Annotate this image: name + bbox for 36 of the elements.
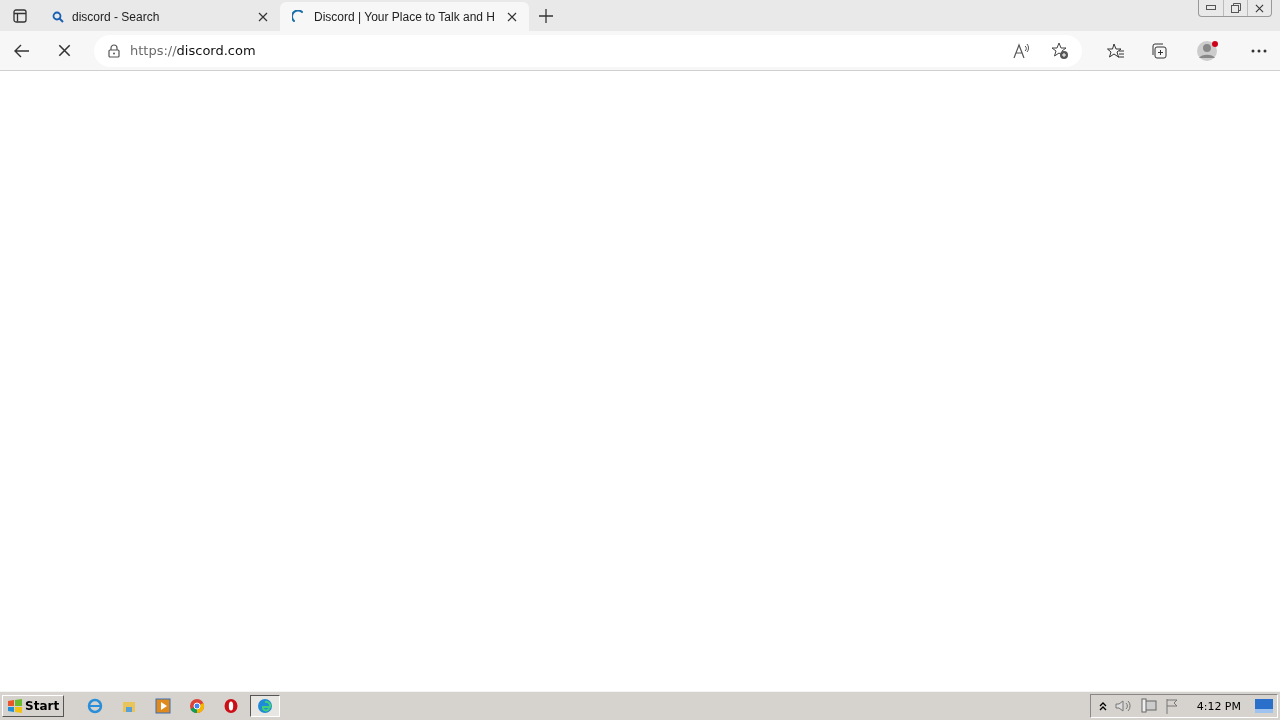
read-aloud-icon — [1013, 42, 1031, 59]
lock-icon — [108, 43, 120, 58]
url-text: https://discord.com — [130, 43, 257, 58]
back-arrow-icon — [13, 43, 30, 58]
address-bar[interactable]: https://discord.com — [94, 34, 1082, 67]
browser-tab[interactable]: Discord | Your Place to Talk and H — [280, 2, 529, 31]
spinner-icon — [292, 9, 306, 24]
collections-icon — [1149, 41, 1168, 60]
plus-icon — [539, 8, 553, 23]
speaker-icon — [1114, 699, 1133, 713]
show-desktop-icon — [1255, 699, 1273, 713]
close-icon — [1255, 3, 1264, 13]
favorites-icon — [1106, 42, 1125, 59]
browser-tab[interactable]: discord - Search — [40, 2, 280, 31]
stop-icon — [58, 44, 71, 57]
taskbar-app-button[interactable] — [250, 695, 281, 717]
close-icon — [507, 11, 517, 22]
search-icon — [52, 10, 64, 23]
chrome-icon — [189, 698, 206, 714]
edge-icon — [257, 698, 274, 714]
restore-icon — [1230, 3, 1241, 13]
star-plus-icon — [1051, 41, 1069, 60]
minimize-icon — [1206, 5, 1216, 11]
tab-actions-icon — [13, 8, 27, 23]
flag-icon — [1164, 698, 1179, 714]
close-icon — [258, 11, 268, 22]
network-icon — [1140, 698, 1157, 714]
avatar-icon — [1195, 38, 1220, 63]
more-icon — [1250, 48, 1267, 53]
clock-time: 4:12 PM — [1196, 699, 1241, 713]
start-button[interactable]: Start — [2, 695, 65, 717]
chevron-up-icon — [1098, 701, 1107, 711]
windows-logo-icon — [7, 699, 23, 713]
media-player-icon — [155, 698, 172, 714]
opera-icon — [223, 698, 240, 714]
browser-icon — [87, 698, 104, 714]
